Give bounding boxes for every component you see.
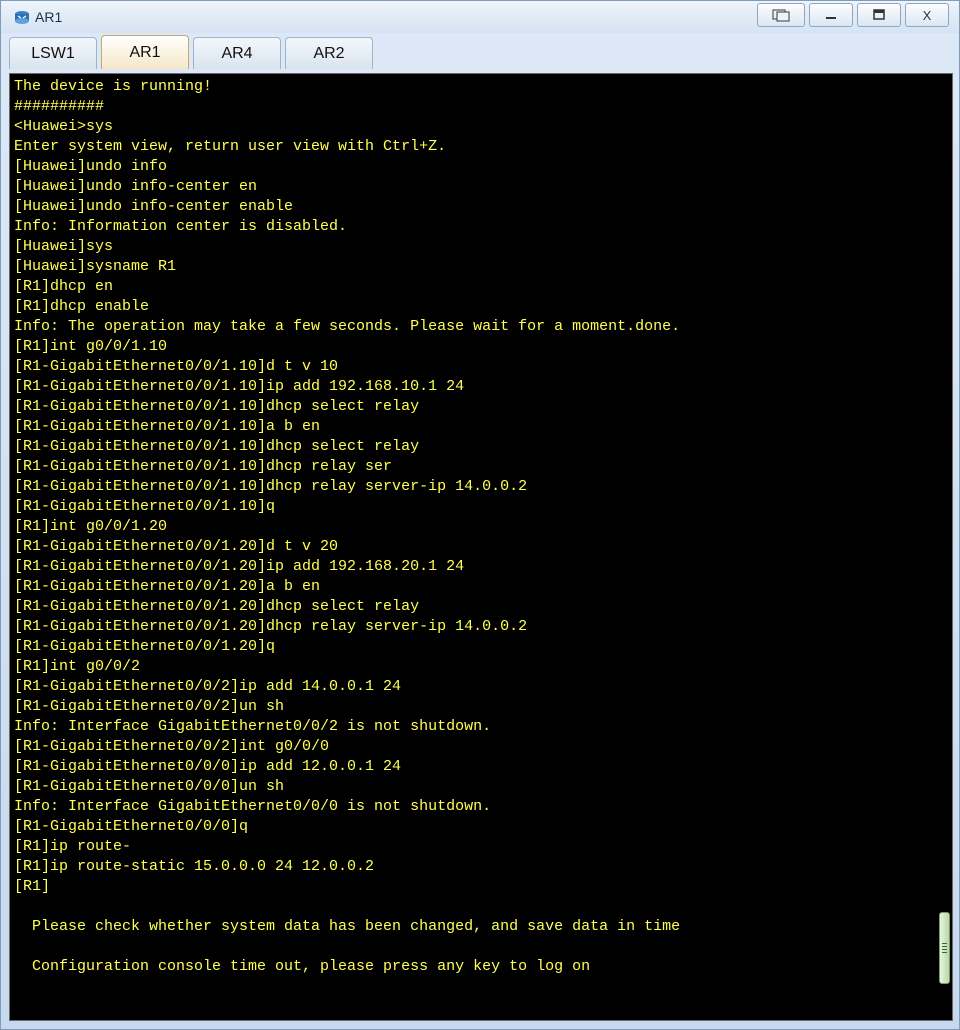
console-line: [Huawei]sys: [14, 238, 114, 255]
console-line: Info: Information center is disabled.: [14, 218, 348, 235]
tab-label: AR4: [221, 44, 253, 62]
console-line: [R1-GigabitEthernet0/0/1.10]dhcp select …: [14, 398, 420, 415]
router-app-icon: [15, 11, 29, 24]
console-line: The device is running!: [14, 78, 213, 95]
close-icon: X: [922, 7, 932, 23]
console-line: [R1-GigabitEthernet0/0/1.20]q: [14, 638, 276, 655]
minimize-icon: [826, 17, 836, 19]
console-line: [R1-GigabitEthernet0/0/1.10]ip add 192.1…: [14, 378, 465, 395]
console-line: [R1-GigabitEthernet0/0/1.20]a b en: [14, 578, 321, 595]
window-title: AR1: [35, 9, 63, 25]
device-tab-bar: LSW1 AR1 AR4 AR2: [9, 35, 377, 71]
console-line: [R1-GigabitEthernet0/0/0]un sh: [14, 778, 285, 795]
maximize-icon: [873, 9, 885, 20]
maximize-button[interactable]: [857, 3, 901, 27]
console-line: ##########: [14, 98, 105, 115]
console-line: [R1-GigabitEthernet0/0/2]int g0/0/0: [14, 738, 330, 755]
console-line: [R1-GigabitEthernet0/0/1.20]ip add 192.1…: [14, 558, 465, 575]
tab-label: AR2: [313, 44, 345, 62]
minimize-button[interactable]: [809, 3, 853, 27]
console-line: [R1-GigabitEthernet0/0/2]ip add 14.0.0.1…: [14, 678, 402, 695]
console-line: [Huawei]sysname R1: [14, 258, 177, 275]
tab-lsw1[interactable]: LSW1: [9, 37, 97, 69]
title-bar[interactable]: AR1 X: [1, 1, 959, 33]
console-scrollbar[interactable]: [939, 74, 950, 1020]
console-line: [Huawei]undo info-center en: [14, 178, 258, 195]
console-line: [R1-GigabitEthernet0/0/1.20]dhcp relay s…: [14, 618, 528, 635]
console-line: [Huawei]undo info: [14, 158, 168, 175]
console-line: Enter system view, return user view with…: [14, 138, 447, 155]
grip-line: [942, 949, 947, 950]
console-line: [R1-GigabitEthernet0/0/1.10]d t v 10: [14, 358, 339, 375]
restore-window-button[interactable]: [757, 3, 805, 27]
console-line: [R1]int g0/0/1.10: [14, 338, 168, 355]
tab-ar4[interactable]: AR4: [193, 37, 281, 69]
console-line: [R1-GigabitEthernet0/0/0]q: [14, 818, 249, 835]
console-line: [R1-GigabitEthernet0/0/0]ip add 12.0.0.1…: [14, 758, 402, 775]
console-line: [R1-GigabitEthernet0/0/1.10]dhcp relay s…: [14, 478, 528, 495]
console-line: Info: Interface GigabitEthernet0/0/2 is …: [14, 718, 492, 735]
console-line: [R1-GigabitEthernet0/0/1.10]dhcp relay s…: [14, 458, 393, 475]
console-line: Info: Interface GigabitEthernet0/0/0 is …: [14, 798, 492, 815]
console-line: <Huawei>sys: [14, 118, 114, 135]
console-line: [R1]ip route-: [14, 838, 132, 855]
restore-alt-icon: [772, 9, 790, 22]
console-line: [R1-GigabitEthernet0/0/1.20]dhcp select …: [14, 598, 420, 615]
tab-label: LSW1: [31, 44, 75, 62]
console-line: [R1-GigabitEthernet0/0/1.10]q: [14, 498, 276, 515]
console-line: [R1]: [14, 878, 51, 895]
console-line: [R1-GigabitEthernet0/0/2]un sh: [14, 698, 285, 715]
tab-ar1[interactable]: AR1: [101, 35, 189, 69]
grip-line: [942, 946, 947, 947]
console-line: [R1-GigabitEthernet0/0/1.10]a b en: [14, 418, 321, 435]
console-line: [R1]int g0/0/2: [14, 658, 141, 675]
tab-ar2[interactable]: AR2: [285, 37, 373, 69]
console-output: The device is running! ########## <Huawei>…: [14, 77, 680, 977]
close-button[interactable]: X: [905, 3, 949, 27]
console-line: Configuration console time out, please p…: [14, 958, 591, 975]
console-line: Info: The operation may take a few secon…: [14, 318, 681, 335]
console-line: [R1-GigabitEthernet0/0/1.20]d t v 20: [14, 538, 339, 555]
console-line: [R1]dhcp en: [14, 278, 114, 295]
grip-line: [942, 943, 947, 944]
console-line: Please check whether system data has bee…: [14, 918, 681, 935]
tab-label: AR1: [129, 43, 161, 61]
window-controls: X: [753, 3, 949, 29]
console-line: [R1]int g0/0/1.20: [14, 518, 168, 535]
console-line: [Huawei]undo info-center enable: [14, 198, 294, 215]
scroll-thumb[interactable]: [939, 912, 950, 984]
console-line: [R1]ip route-static 15.0.0.0 24 12.0.0.2: [14, 858, 375, 875]
console-line: [R1-GigabitEthernet0/0/1.10]dhcp select …: [14, 438, 420, 455]
terminal-console[interactable]: The device is running! ########## <Huawei>…: [9, 73, 953, 1021]
app-window: AR1 X LSW1 AR1 AR4 AR2 The device is run…: [0, 0, 960, 1030]
console-line: [R1]dhcp enable: [14, 298, 150, 315]
grip-line: [942, 952, 947, 953]
